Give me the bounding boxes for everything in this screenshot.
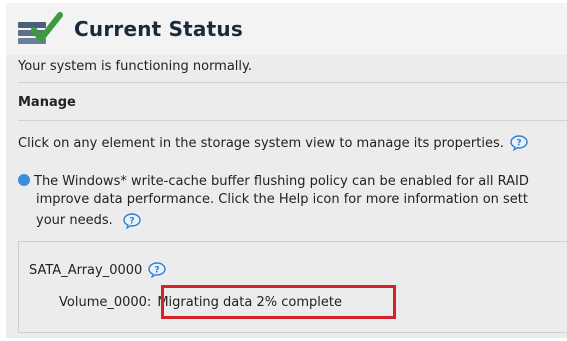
manage-instruction: Click on any element in the storage syst… bbox=[18, 135, 504, 151]
header: Current Status bbox=[6, 3, 567, 55]
manage-heading: Manage bbox=[18, 95, 76, 110]
info-icon bbox=[18, 174, 30, 186]
array-row[interactable]: SATA_Array_0000 ? bbox=[19, 242, 567, 279]
cache-info: The Windows* write-cache buffer flushing… bbox=[6, 163, 567, 230]
manage-instruction-row: Click on any element in the storage syst… bbox=[6, 121, 567, 163]
volume-label[interactable]: Volume_0000: bbox=[59, 295, 151, 310]
svg-text:?: ? bbox=[155, 266, 160, 276]
info-text-line1: The Windows* write-cache buffer flushing… bbox=[34, 174, 529, 189]
help-icon[interactable]: ? bbox=[123, 212, 141, 229]
array-name[interactable]: SATA_Array_0000 bbox=[29, 263, 142, 278]
info-text-line3: your needs. bbox=[36, 213, 113, 228]
highlight-box bbox=[161, 285, 396, 319]
status-message: Your system is functioning normally. bbox=[18, 59, 253, 74]
svg-text:?: ? bbox=[129, 216, 134, 226]
help-icon[interactable]: ? bbox=[148, 262, 167, 279]
status-check-icon bbox=[16, 12, 64, 46]
help-icon[interactable]: ? bbox=[510, 135, 528, 152]
info-text-line2: improve data performance. Click the Help… bbox=[36, 192, 528, 207]
page-title: Current Status bbox=[74, 17, 243, 41]
svg-text:?: ? bbox=[516, 139, 521, 149]
